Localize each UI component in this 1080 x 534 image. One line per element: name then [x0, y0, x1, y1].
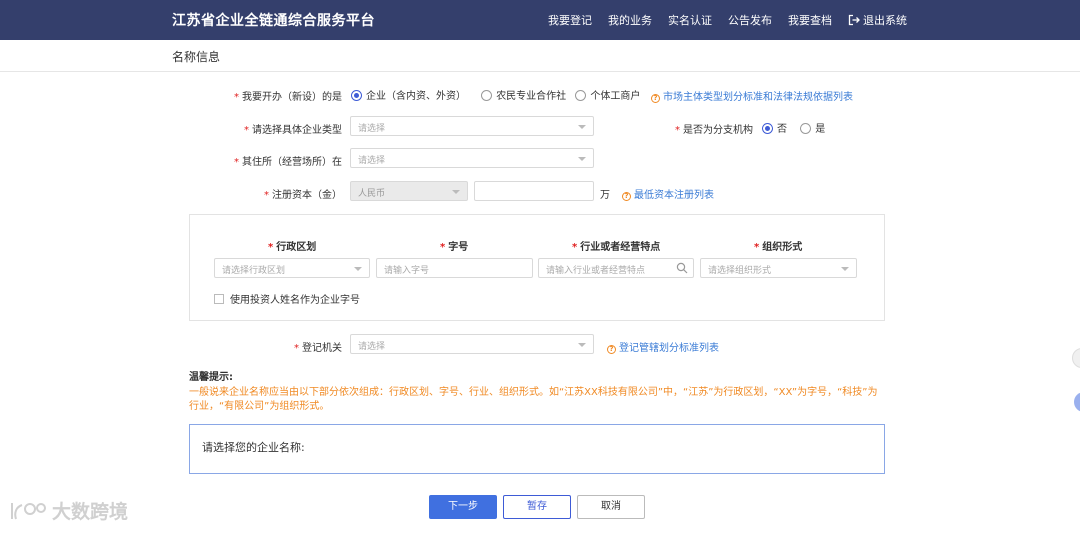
org-form-select[interactable]: 请选择组织形式	[700, 258, 857, 278]
chevron-down-icon	[841, 267, 849, 271]
save-draft-button[interactable]: 暂存	[503, 495, 571, 519]
chevron-down-icon	[578, 343, 586, 347]
tips-title: 温馨提示:	[189, 372, 233, 383]
min-capital-help-link[interactable]: ? 最低资本注册列表	[622, 186, 714, 201]
enterprise-type-label: * 请选择具体企业类型	[244, 125, 342, 136]
region-select[interactable]: 请选择行政区划	[214, 258, 370, 278]
watermark-logo-icon	[11, 502, 46, 519]
col-header-region: * 行政区划	[268, 242, 317, 253]
cancel-button[interactable]: 取消	[577, 495, 645, 519]
capital-amount-input[interactable]	[474, 181, 594, 201]
residence-select[interactable]: 请选择	[350, 148, 594, 168]
col-header-org-form: * 组织形式	[754, 242, 803, 253]
chevron-down-icon	[578, 157, 586, 161]
radio-branch-no[interactable]: 否	[762, 123, 787, 135]
side-float-widget[interactable]	[1074, 392, 1080, 412]
market-type-help-link[interactable]: ? 市场主体类型划分标准和法律法规依据列表	[651, 88, 853, 103]
radio-checked-icon	[762, 123, 773, 134]
authority-select[interactable]: 请选择	[350, 334, 594, 354]
nav-records[interactable]: 我要查档	[788, 12, 832, 28]
tips-text: 一般说来企业名称应当由以下部分依次组成：行政区划、字号、行业、组织形式。如“江苏…	[189, 387, 878, 412]
radio-unchecked-icon	[800, 123, 812, 134]
help-icon: ?	[622, 192, 631, 201]
top-header: 江苏省企业全链通综合服务平台 我要登记 我的业务 实名认证 公告发布 我要查档 …	[0, 0, 1080, 40]
authority-label: * 登记机关	[294, 343, 342, 354]
open-type-label: * 我要开办（新设）的是	[234, 92, 342, 103]
capital-unit: 万	[600, 190, 610, 201]
open-type-radio-group: 企业（含内资、外资） 农民专业合作社 个体工商户	[351, 87, 640, 102]
branch-label: * 是否为分支机构	[675, 125, 753, 136]
radio-branch-yes[interactable]: 是	[800, 123, 825, 135]
residence-label: * 其住所（经营场所）在	[234, 157, 342, 168]
search-icon[interactable]	[676, 262, 688, 274]
investor-name-checkbox[interactable]: 使用投资人姓名作为企业字号	[214, 291, 360, 306]
chevron-down-icon	[452, 190, 460, 194]
radio-individual[interactable]: 个体工商户	[575, 90, 640, 102]
col-header-industry: * 行业或者经营特点	[572, 242, 661, 253]
section-title: 名称信息	[172, 50, 221, 64]
watermark: 大数跨境	[8, 497, 128, 524]
next-button[interactable]: 下一步	[429, 495, 497, 519]
logout-icon	[848, 14, 860, 26]
checkbox-icon	[214, 294, 224, 304]
radio-checked-icon	[351, 90, 362, 101]
branch-radio-group: 否 是	[762, 120, 825, 135]
side-float-widget[interactable]	[1072, 348, 1080, 368]
logout-label: 退出系统	[863, 14, 907, 27]
chevron-down-icon	[354, 267, 362, 271]
radio-unchecked-icon	[575, 90, 587, 101]
col-header-trade-name: * 字号	[440, 242, 469, 253]
help-icon: ?	[651, 94, 660, 103]
radio-cooperative[interactable]: 农民专业合作社	[481, 90, 566, 102]
jurisdiction-help-link[interactable]: ? 登记管辖划分标准列表	[607, 339, 719, 354]
nav-announcement[interactable]: 公告发布	[728, 12, 772, 28]
section-bar: 名称信息	[0, 40, 1080, 72]
platform-title: 江苏省企业全链通综合服务平台	[172, 13, 375, 29]
industry-input[interactable]: 请输入行业或者经营特点	[538, 258, 694, 278]
company-name-select-label: 请选择您的企业名称:	[202, 441, 305, 454]
radio-enterprise[interactable]: 企业（含内资、外资）	[351, 90, 466, 102]
radio-unchecked-icon	[481, 90, 493, 101]
nav-my-business[interactable]: 我的业务	[608, 12, 652, 28]
chevron-down-icon	[578, 125, 586, 129]
main-nav: 我要登记 我的业务 实名认证 公告发布 我要查档 退出系统	[548, 12, 907, 28]
nav-real-name-auth[interactable]: 实名认证	[668, 12, 712, 28]
company-name-select-box[interactable]: 请选择您的企业名称:	[189, 424, 885, 474]
help-icon: ?	[607, 345, 616, 354]
trade-name-input[interactable]: 请输入字号	[376, 258, 533, 278]
logout-button[interactable]: 退出系统	[848, 12, 907, 28]
nav-register[interactable]: 我要登记	[548, 12, 592, 28]
capital-label: * 注册资本（金）	[264, 190, 342, 201]
currency-select: 人民币	[350, 181, 468, 201]
enterprise-type-select[interactable]: 请选择	[350, 116, 594, 136]
